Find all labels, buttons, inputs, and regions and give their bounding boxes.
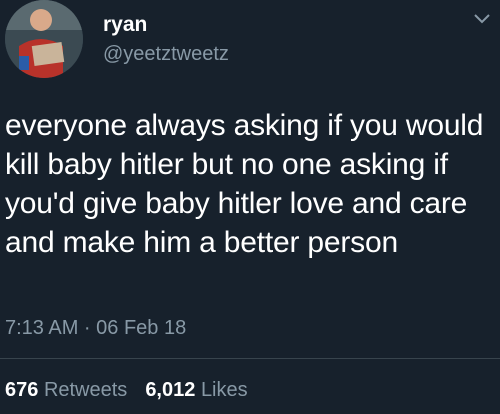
retweets-count: 676 xyxy=(5,379,39,401)
likes-count: 6,012 xyxy=(145,379,196,401)
tweet: ryan @yeetztweetz everyone always asking… xyxy=(0,0,500,414)
avatar[interactable] xyxy=(5,0,83,78)
likes-label: Likes xyxy=(200,379,248,401)
retweets-label: Retweets xyxy=(43,379,128,401)
retweets-stat[interactable]: 676 Retweets xyxy=(5,379,127,401)
tweet-stats: 676 Retweets 6,012 Likes xyxy=(5,378,248,402)
divider xyxy=(0,358,500,359)
chevron-down-icon[interactable] xyxy=(472,12,492,26)
author-handle[interactable]: @yeetztweetz xyxy=(103,42,229,66)
profile-photo-icon xyxy=(5,0,83,78)
tweet-timestamp[interactable]: 7:13 AM · 06 Feb 18 xyxy=(5,316,186,340)
tweet-text: everyone always asking if you would kill… xyxy=(5,109,484,259)
author-name[interactable]: ryan xyxy=(103,13,147,37)
likes-stat[interactable]: 6,012 Likes xyxy=(145,379,247,401)
